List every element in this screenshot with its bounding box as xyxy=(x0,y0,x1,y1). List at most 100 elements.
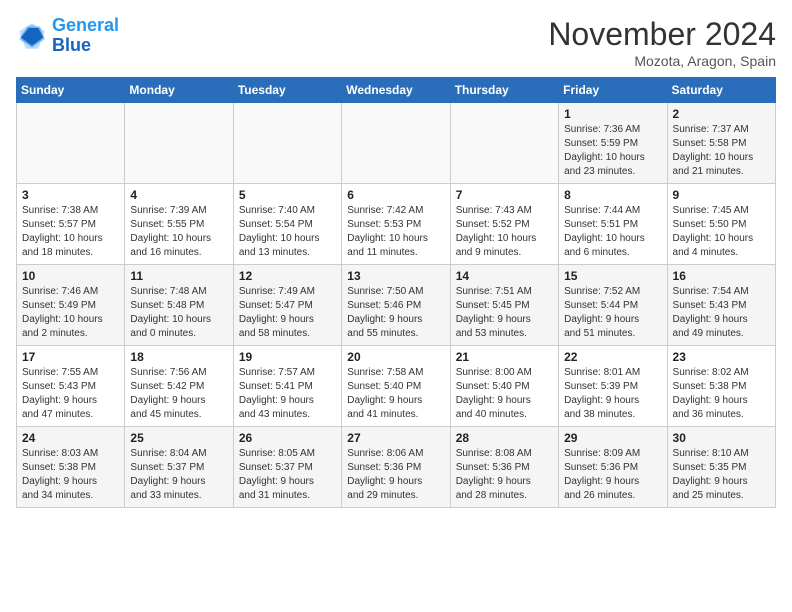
day-info: Sunrise: 7:37 AM Sunset: 5:58 PM Dayligh… xyxy=(673,123,770,179)
calendar-cell: 27Sunrise: 8:06 AM Sunset: 5:36 PM Dayli… xyxy=(342,427,450,508)
day-info: Sunrise: 7:50 AM Sunset: 5:46 PM Dayligh… xyxy=(347,285,444,341)
col-header-monday: Monday xyxy=(125,78,233,103)
day-number: 7 xyxy=(456,188,553,202)
day-number: 17 xyxy=(22,350,119,364)
calendar-cell: 10 Sunrise: 7:46 AM Sunset: 5:49 PM Dayli… xyxy=(17,265,125,346)
day-info: Sunrise: 7:51 AM Sunset: 5:45 PM Dayligh… xyxy=(456,285,553,341)
calendar-cell: 29 Sunrise: 8:09 AM Sunset: 5:36 PM Dayli… xyxy=(559,427,667,508)
calendar-cell: 21 Sunrise: 8:00 AM Sunset: 5:40 PM Dayli… xyxy=(450,346,558,427)
day-info: Sunrise: 7:49 AM Sunset: 5:47 PM Dayligh… xyxy=(239,285,336,341)
day-number: 27 xyxy=(347,431,444,445)
day-number: 8 xyxy=(564,188,661,202)
day-info: Sunrise: 7:48 AM Sunset: 5:48 PM Dayligh… xyxy=(130,285,227,341)
day-number: 9 xyxy=(673,188,770,202)
day-info: Sunrise: 7:45 AM Sunset: 5:50 PM Dayligh… xyxy=(673,204,770,260)
calendar-cell: 15 Sunrise: 7:52 AM Sunset: 5:44 PM Dayli… xyxy=(559,265,667,346)
day-info: Sunrise: 7:46 AM Sunset: 5:49 PM Dayligh… xyxy=(22,285,119,341)
calendar-cell: 14 Sunrise: 7:51 AM Sunset: 5:45 PM Dayli… xyxy=(450,265,558,346)
day-info: Sunrise: 7:52 AM Sunset: 5:44 PM Dayligh… xyxy=(564,285,661,341)
day-number: 2 xyxy=(673,107,770,121)
day-number: 29 xyxy=(564,431,661,445)
day-info: Sunrise: 8:05 AM Sunset: 5:37 PM Dayligh… xyxy=(239,447,336,503)
day-number: 1 xyxy=(564,107,661,121)
col-header-saturday: Saturday xyxy=(667,78,775,103)
day-info: Sunrise: 7:54 AM Sunset: 5:43 PM Dayligh… xyxy=(673,285,770,341)
day-info: Sunrise: 7:56 AM Sunset: 5:42 PM Dayligh… xyxy=(130,366,227,422)
day-number: 12 xyxy=(239,269,336,283)
day-info: Sunrise: 7:40 AM Sunset: 5:54 PM Dayligh… xyxy=(239,204,336,260)
calendar-cell: 4 Sunrise: 7:39 AM Sunset: 5:55 PM Daylig… xyxy=(125,184,233,265)
day-number: 25 xyxy=(130,431,227,445)
calendar-cell: 25 Sunrise: 8:04 AM Sunset: 5:37 PM Dayli… xyxy=(125,427,233,508)
logo-text: General Blue xyxy=(52,16,119,56)
logo: General Blue xyxy=(16,16,119,56)
col-header-sunday: Sunday xyxy=(17,78,125,103)
col-header-wednesday: Wednesday xyxy=(342,78,450,103)
calendar-cell: 19Sunrise: 7:57 AM Sunset: 5:41 PM Dayli… xyxy=(233,346,341,427)
day-number: 10 xyxy=(22,269,119,283)
day-number: 30 xyxy=(673,431,770,445)
calendar-table: SundayMondayTuesdayWednesdayThursdayFrid… xyxy=(16,77,776,508)
day-info: Sunrise: 8:09 AM Sunset: 5:36 PM Dayligh… xyxy=(564,447,661,503)
col-header-thursday: Thursday xyxy=(450,78,558,103)
day-info: Sunrise: 7:58 AM Sunset: 5:40 PM Dayligh… xyxy=(347,366,444,422)
day-number: 4 xyxy=(130,188,227,202)
calendar-cell xyxy=(125,103,233,184)
day-info: Sunrise: 7:42 AM Sunset: 5:53 PM Dayligh… xyxy=(347,204,444,260)
day-info: Sunrise: 8:00 AM Sunset: 5:40 PM Dayligh… xyxy=(456,366,553,422)
day-info: Sunrise: 7:38 AM Sunset: 5:57 PM Dayligh… xyxy=(22,204,119,260)
title-block: November 2024 Mozota, Aragon, Spain xyxy=(548,16,776,69)
calendar-cell xyxy=(17,103,125,184)
day-number: 11 xyxy=(130,269,227,283)
calendar-cell: 12 Sunrise: 7:49 AM Sunset: 5:47 PM Dayli… xyxy=(233,265,341,346)
day-number: 14 xyxy=(456,269,553,283)
day-number: 23 xyxy=(673,350,770,364)
calendar-cell: 2 Sunrise: 7:37 AM Sunset: 5:58 PM Daylig… xyxy=(667,103,775,184)
day-number: 26 xyxy=(239,431,336,445)
calendar-cell: 5 Sunrise: 7:40 AM Sunset: 5:54 PM Daylig… xyxy=(233,184,341,265)
col-header-tuesday: Tuesday xyxy=(233,78,341,103)
calendar-cell: 26 Sunrise: 8:05 AM Sunset: 5:37 PM Dayli… xyxy=(233,427,341,508)
day-info: Sunrise: 7:55 AM Sunset: 5:43 PM Dayligh… xyxy=(22,366,119,422)
calendar-cell xyxy=(342,103,450,184)
day-number: 20 xyxy=(347,350,444,364)
day-info: Sunrise: 7:36 AM Sunset: 5:59 PM Dayligh… xyxy=(564,123,661,179)
calendar-cell: 16 Sunrise: 7:54 AM Sunset: 5:43 PM Dayli… xyxy=(667,265,775,346)
calendar-cell: 30 Sunrise: 8:10 AM Sunset: 5:35 PM Dayli… xyxy=(667,427,775,508)
day-number: 22 xyxy=(564,350,661,364)
calendar-cell: 23 Sunrise: 8:02 AM Sunset: 5:38 PM Dayli… xyxy=(667,346,775,427)
day-number: 6 xyxy=(347,188,444,202)
day-number: 16 xyxy=(673,269,770,283)
calendar-cell: 22Sunrise: 8:01 AM Sunset: 5:39 PM Dayli… xyxy=(559,346,667,427)
day-info: Sunrise: 8:08 AM Sunset: 5:36 PM Dayligh… xyxy=(456,447,553,503)
day-number: 28 xyxy=(456,431,553,445)
calendar-cell: 8Sunrise: 7:44 AM Sunset: 5:51 PM Daylig… xyxy=(559,184,667,265)
calendar-cell: 6 Sunrise: 7:42 AM Sunset: 5:53 PM Daylig… xyxy=(342,184,450,265)
day-number: 13 xyxy=(347,269,444,283)
location: Mozota, Aragon, Spain xyxy=(548,53,776,69)
day-info: Sunrise: 7:43 AM Sunset: 5:52 PM Dayligh… xyxy=(456,204,553,260)
day-number: 3 xyxy=(22,188,119,202)
calendar-cell: 24Sunrise: 8:03 AM Sunset: 5:38 PM Dayli… xyxy=(17,427,125,508)
calendar-cell: 7 Sunrise: 7:43 AM Sunset: 5:52 PM Daylig… xyxy=(450,184,558,265)
month-title: November 2024 xyxy=(548,16,776,53)
calendar-cell: 11 Sunrise: 7:48 AM Sunset: 5:48 PM Dayli… xyxy=(125,265,233,346)
calendar-cell xyxy=(233,103,341,184)
calendar-cell: 1 Sunrise: 7:36 AM Sunset: 5:59 PM Daylig… xyxy=(559,103,667,184)
day-number: 5 xyxy=(239,188,336,202)
day-number: 21 xyxy=(456,350,553,364)
day-info: Sunrise: 8:10 AM Sunset: 5:35 PM Dayligh… xyxy=(673,447,770,503)
day-info: Sunrise: 8:02 AM Sunset: 5:38 PM Dayligh… xyxy=(673,366,770,422)
calendar-cell: 18 Sunrise: 7:56 AM Sunset: 5:42 PM Dayli… xyxy=(125,346,233,427)
calendar-cell: 20 Sunrise: 7:58 AM Sunset: 5:40 PM Dayli… xyxy=(342,346,450,427)
day-number: 24 xyxy=(22,431,119,445)
calendar-cell: 17 Sunrise: 7:55 AM Sunset: 5:43 PM Dayli… xyxy=(17,346,125,427)
page-header: General Blue November 2024 Mozota, Arago… xyxy=(16,16,776,69)
calendar-cell: 28 Sunrise: 8:08 AM Sunset: 5:36 PM Dayli… xyxy=(450,427,558,508)
day-number: 15 xyxy=(564,269,661,283)
day-info: Sunrise: 8:04 AM Sunset: 5:37 PM Dayligh… xyxy=(130,447,227,503)
day-number: 18 xyxy=(130,350,227,364)
col-header-friday: Friday xyxy=(559,78,667,103)
calendar-cell: 3 Sunrise: 7:38 AM Sunset: 5:57 PM Daylig… xyxy=(17,184,125,265)
day-info: Sunrise: 7:39 AM Sunset: 5:55 PM Dayligh… xyxy=(130,204,227,260)
